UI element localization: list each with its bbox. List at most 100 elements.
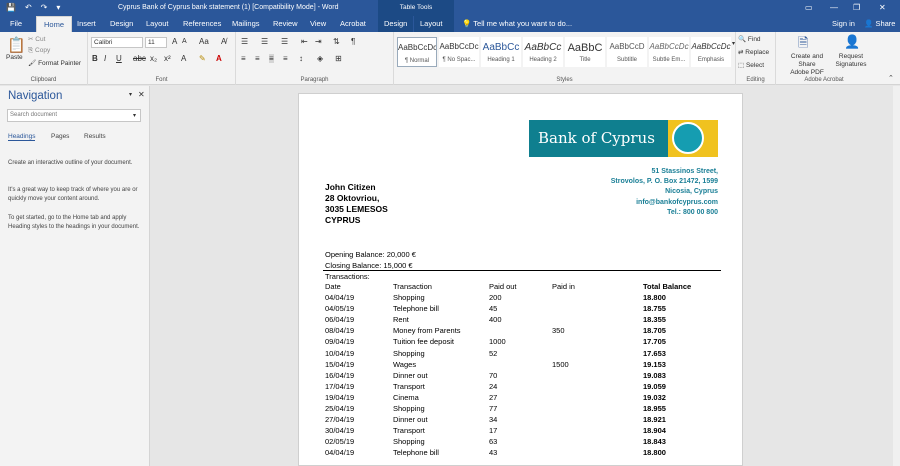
save-icon[interactable]: 💾 [6,3,16,12]
line-spacing-icon[interactable]: ↕ [299,54,303,63]
search-dropdown-icon[interactable]: ▾ [133,112,136,119]
share-button[interactable]: 👤 Share [864,16,895,32]
multilevel-list-icon[interactable]: ☰ [281,37,288,46]
font-color-icon[interactable]: A [216,54,222,63]
cell-transaction: Transport [393,381,425,391]
style-no-spacing[interactable]: AaBbCcDc ¶ No Spac... [439,37,479,67]
request-signatures-button[interactable]: Request Signatures [834,53,868,69]
decrease-indent-icon[interactable]: ⇤ [301,37,308,46]
copy-button[interactable]: ⎘ Copy [28,47,50,55]
underline-icon[interactable]: U [116,54,122,63]
nav-tab-headings[interactable]: Headings [8,133,36,141]
cell-date: 15/04/19 [325,359,355,369]
paragraph-group: ☰ ☰ ☰ ⇤ ⇥ ⇅ ¶ ≡ ≡ ≡ ≡ ↕ ◈ ⊞ Paragraph [236,32,394,85]
style-subtitle[interactable]: AaBbCcD Subtitle [607,37,647,67]
align-left-icon[interactable]: ≡ [241,54,246,63]
justify-icon[interactable]: ≡ [283,54,288,63]
header-paid-in: Paid in [552,282,575,291]
restore-icon[interactable]: ❐ [853,3,860,12]
tab-acrobat[interactable]: Acrobat [340,16,366,32]
show-marks-icon[interactable]: ¶ [351,37,355,46]
paste-button[interactable]: Paste [6,54,23,61]
text-effects-icon[interactable]: A [181,54,186,63]
table-row: 08/04/19 Money from Parents 350 18.705 [325,326,725,337]
tab-home[interactable]: Home [36,16,73,32]
tab-mailings[interactable]: Mailings [232,16,260,32]
align-right-icon[interactable]: ≡ [269,54,274,63]
cell-date: 09/04/19 [325,337,355,347]
style-name: Subtle Em... [652,57,686,63]
create-pdf-button[interactable]: Create and Share Adobe PDF [782,53,832,77]
increase-indent-icon[interactable]: ⇥ [315,37,322,46]
close-pane-icon[interactable]: ✕ [138,90,145,99]
tell-me-search[interactable]: 💡 Tell me what you want to do... [462,16,572,32]
font-size-select[interactable]: 11 [145,37,167,48]
tab-file[interactable]: File [10,16,22,32]
numbering-icon[interactable]: ☰ [261,37,268,46]
bold-icon[interactable]: B [92,54,98,63]
cut-button[interactable]: ✂ Cut [28,35,45,43]
cell-total-balance: 18.843 [643,437,666,447]
cell-transaction: Telephone bill [393,448,439,458]
paste-icon[interactable]: 📋 [7,36,26,54]
nav-tab-pages[interactable]: Pages [51,133,69,140]
clear-format-icon[interactable]: A̸ [221,37,226,46]
undo-icon[interactable]: ↶ [25,3,32,12]
italic-icon[interactable]: I [104,54,106,63]
format-painter-button[interactable]: 🖌 Format Painter [28,59,81,67]
style-preview: AaBbC [567,42,603,54]
style-name: Heading 2 [529,57,557,63]
redo-icon[interactable]: ↷ [41,3,48,12]
style-emphasis[interactable]: AaBbCcDc Emphasis [691,37,731,67]
document-page[interactable]: Bank of Cyprus 51 Stassinos Street, Stro… [298,93,743,466]
style-subtle-emphasis[interactable]: AaBbCcDc Subtle Em... [649,37,689,67]
grow-font-icon[interactable]: A [172,37,177,46]
subscript-icon[interactable]: x₂ [150,54,157,63]
cell-paid-in: 350 [552,326,565,336]
signature-icon[interactable]: 👤 [844,34,860,50]
customize-icon[interactable]: ▾ [56,3,60,12]
tab-design[interactable]: Design [110,16,133,32]
style-heading-2[interactable]: AaBbCc Heading 2 [523,37,563,67]
tab-table-layout[interactable]: Layout [414,16,454,32]
select-button[interactable]: ⬚ Select [738,61,764,69]
sign-in-link[interactable]: Sign in [832,16,855,32]
lightbulb-icon: 💡 [462,19,472,28]
cell-date: 10/04/19 [325,348,355,358]
tab-references[interactable]: References [183,16,221,32]
nav-tab-results[interactable]: Results [84,133,106,140]
collapse-ribbon-icon[interactable]: ⌃ [888,74,894,82]
pane-options-icon[interactable]: ▾ [129,91,132,98]
recipient-country: CYPRUS [325,215,361,225]
tab-review[interactable]: Review [273,16,298,32]
style-normal[interactable]: AaBbCcDc ¶ Normal [397,37,437,67]
sort-icon[interactable]: ⇅ [333,37,340,46]
styles-more-icon[interactable]: ▾ [732,40,735,47]
find-button[interactable]: 🔍 Find [738,35,761,43]
cell-total-balance: 18.755 [643,304,666,314]
search-document-input[interactable]: Search document [7,109,141,122]
borders-icon[interactable]: ⊞ [335,54,342,63]
minimize-icon[interactable]: — [830,3,838,12]
font-name-select[interactable]: Calibri [91,37,143,48]
replace-button[interactable]: ⇄ Replace [738,48,769,56]
tab-view[interactable]: View [310,16,326,32]
tab-table-design[interactable]: Design [378,16,414,32]
style-title[interactable]: AaBbC Title [565,37,605,67]
align-center-icon[interactable]: ≡ [255,54,260,63]
tab-insert[interactable]: Insert [77,16,96,32]
bullets-icon[interactable]: ☰ [241,37,248,46]
shrink-font-icon[interactable]: A [182,38,187,45]
style-heading-1[interactable]: AaBbCc Heading 1 [481,37,521,67]
strikethrough-icon[interactable]: abc [133,54,146,63]
tab-layout[interactable]: Layout [146,16,169,32]
close-icon[interactable]: ✕ [879,3,886,12]
cell-total-balance: 17.705 [643,337,666,347]
highlight-icon[interactable]: ✎ [199,54,206,63]
ribbon-display-icon[interactable]: ▭ [805,3,813,12]
superscript-icon[interactable]: x² [164,54,171,63]
shading-icon[interactable]: ◈ [317,54,323,63]
change-case-icon[interactable]: Aa [199,37,209,46]
cell-total-balance: 18.705 [643,326,666,336]
vertical-scrollbar[interactable] [893,86,900,466]
